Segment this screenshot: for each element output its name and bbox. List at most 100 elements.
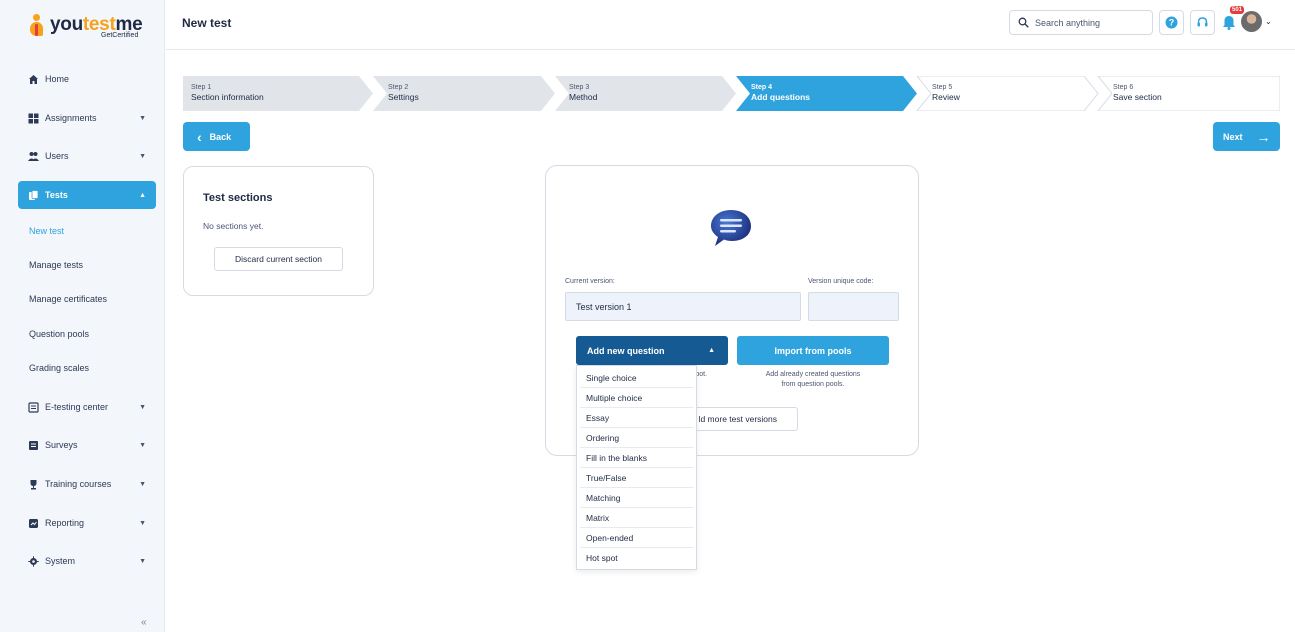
discard-section-button[interactable]: Discard current section: [214, 247, 343, 271]
sidebar-item-label: Surveys: [45, 440, 78, 450]
question-type-option[interactable]: Ordering: [580, 428, 693, 448]
trophy-icon: [28, 479, 39, 490]
step-3[interactable]: Step 3 Method: [561, 76, 597, 111]
surveys-icon: [28, 440, 39, 451]
users-icon: [28, 151, 39, 162]
tests-icon: [28, 189, 39, 201]
question-type-option[interactable]: Open-ended: [580, 528, 693, 548]
reporting-icon: [28, 518, 39, 529]
step-5[interactable]: Step 5 Review: [924, 76, 960, 111]
current-version-field[interactable]: Test version 1: [565, 292, 801, 321]
sections-title: Test sections: [203, 192, 273, 204]
question-type-option[interactable]: Matrix: [580, 508, 693, 528]
chevron-down-icon: ▼: [139, 519, 146, 527]
sidebar-item-label: System: [45, 556, 76, 566]
chevron-down-icon: ▼: [139, 441, 146, 449]
help-button[interactable]: ?: [1159, 10, 1184, 35]
logo[interactable]: youtestme GetCertified: [0, 0, 164, 50]
add-new-question-button[interactable]: Add new question ▲: [576, 336, 728, 365]
add-new-question-label: Add new question: [587, 345, 665, 356]
sidebar-item-system[interactable]: System ▼: [18, 547, 156, 575]
step-number: Step 5: [932, 84, 953, 91]
chevron-up-icon: ▲: [708, 347, 715, 354]
step-number: Step 4: [751, 84, 773, 91]
back-label: Back: [209, 131, 232, 142]
step-1[interactable]: Step 1 Section information: [183, 76, 264, 111]
sidebar-subitem-question-pools[interactable]: Question pools: [29, 329, 89, 339]
test-sections-panel: Test sections No sections yet. Discard c…: [183, 166, 374, 296]
step-2[interactable]: Step 2 Settings: [380, 76, 419, 111]
import-hint-line-2: from question pools.: [781, 381, 845, 388]
chevron-up-icon: ▲: [139, 191, 146, 199]
sidebar-item-users[interactable]: Users ▼: [18, 142, 156, 170]
sidebar-subitem-manage-tests[interactable]: Manage tests: [29, 260, 83, 270]
question-type-option[interactable]: Fill in the blanks: [580, 448, 693, 468]
unique-code-label: Version unique code:: [808, 278, 874, 285]
notification-badge: 501: [1230, 6, 1245, 14]
assignments-icon: [28, 113, 39, 124]
search-input[interactable]: Search anything: [1009, 10, 1153, 35]
next-button[interactable]: Next →: [1213, 122, 1280, 151]
gear-icon: [28, 555, 39, 567]
sidebar-subitem-new-test[interactable]: New test: [29, 226, 64, 236]
search-icon: [1018, 17, 1029, 28]
chevron-left-icon: ‹: [197, 128, 202, 145]
import-hint-line-1: Add already created questions: [765, 371, 861, 378]
sidebar-item-training-courses[interactable]: Training courses ▼: [18, 470, 156, 498]
step-6[interactable]: Step 6 Save section: [1105, 76, 1162, 111]
sidebar-item-label: E-testing center: [45, 402, 109, 412]
bell-icon: [1222, 16, 1235, 30]
unique-code-field[interactable]: [808, 292, 899, 321]
chevron-down-icon: ▼: [139, 403, 146, 411]
sidebar-item-label: Reporting: [45, 518, 85, 528]
sidebar-subitem-manage-certificates[interactable]: Manage certificates: [29, 294, 107, 304]
sidebar: youtestme GetCertified Home Assignments …: [0, 0, 165, 632]
sidebar-item-label: Users: [45, 151, 69, 161]
top-header: New test Search anything ? 501 ⌄: [166, 0, 1295, 50]
sidebar-item-e-testing-center[interactable]: E-testing center ▼: [18, 393, 156, 421]
question-type-option[interactable]: Hot spot: [580, 548, 693, 568]
question-type-option[interactable]: Matching: [580, 488, 693, 508]
next-label: Next: [1223, 131, 1243, 142]
sidebar-item-label: Assignments: [45, 113, 97, 123]
step-number: Step 3: [569, 84, 590, 91]
step-number: Step 1: [191, 84, 212, 91]
import-from-pools-button[interactable]: Import from pools: [737, 336, 889, 365]
sidebar-item-label: Tests: [45, 190, 68, 200]
e-testing-icon: [28, 401, 39, 413]
step-number: Step 6: [1113, 84, 1134, 91]
sidebar-item-surveys[interactable]: Surveys ▼: [18, 431, 156, 459]
collapse-sidebar-button[interactable]: «: [141, 617, 147, 628]
step-title: Section information: [191, 92, 264, 102]
step-title: Settings: [388, 92, 419, 102]
question-type-option[interactable]: Single choice: [580, 368, 693, 388]
support-button[interactable]: [1190, 10, 1215, 35]
sidebar-item-reporting[interactable]: Reporting ▼: [18, 509, 156, 537]
sidebar-item-home[interactable]: Home: [18, 65, 156, 93]
chevron-down-icon: ▼: [139, 557, 146, 565]
step-4[interactable]: Step 4 Add questions: [743, 76, 810, 111]
step-title: Save section: [1113, 92, 1162, 102]
sections-empty-text: No sections yet.: [203, 221, 264, 231]
home-icon: [28, 74, 39, 85]
sidebar-item-tests[interactable]: Tests ▲: [18, 181, 156, 209]
current-version-label: Current version:: [565, 278, 615, 285]
sidebar-item-assignments[interactable]: Assignments ▼: [18, 104, 156, 132]
wizard-stepper: Step 1 Section information Step 2 Settin…: [183, 76, 1280, 111]
question-type-option[interactable]: Essay: [580, 408, 693, 428]
chevron-down-icon[interactable]: ⌄: [1265, 17, 1272, 26]
svg-text:?: ?: [1169, 18, 1175, 28]
step-title: Add questions: [751, 92, 811, 102]
chevron-down-icon: ▼: [139, 152, 146, 160]
help-icon: ?: [1165, 16, 1178, 29]
question-type-option[interactable]: True/False: [580, 468, 693, 488]
avatar[interactable]: [1241, 11, 1262, 32]
sidebar-item-label: Training courses: [45, 479, 112, 489]
step-title: Method: [569, 92, 598, 102]
chevron-down-icon: ▼: [139, 114, 146, 122]
sidebar-subitem-grading-scales[interactable]: Grading scales: [29, 363, 89, 373]
question-type-option[interactable]: Multiple choice: [580, 388, 693, 408]
sidebar-item-label: Home: [45, 74, 70, 84]
back-button[interactable]: ‹ Back: [183, 122, 250, 151]
search-placeholder: Search anything: [1035, 17, 1101, 28]
